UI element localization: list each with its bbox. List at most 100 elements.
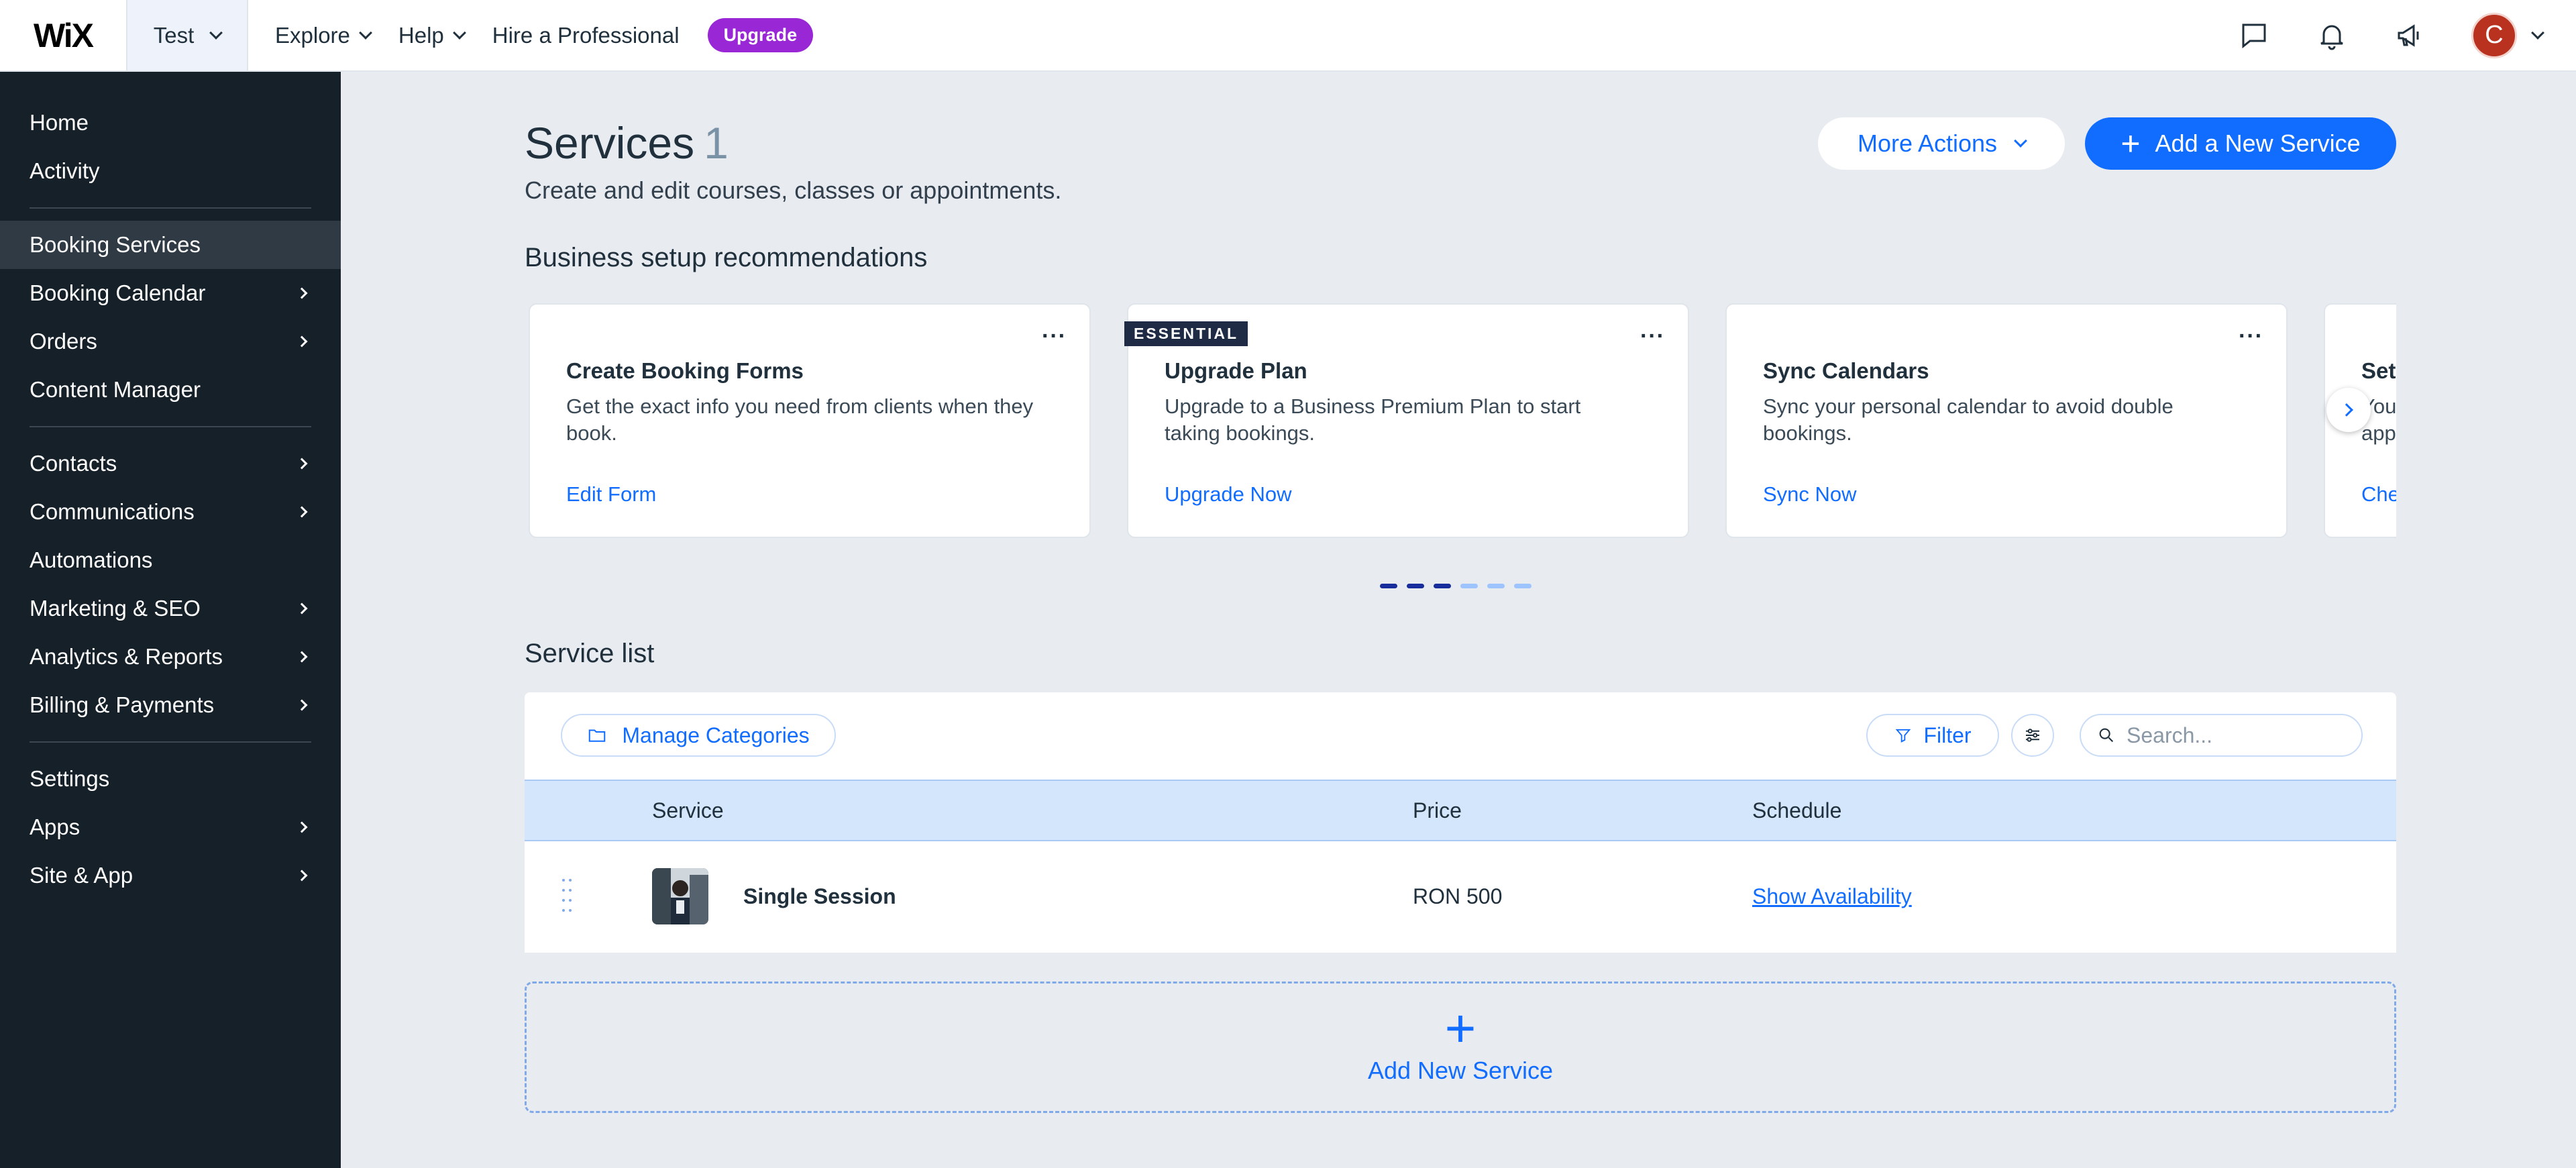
sidebar-item-marketing-seo[interactable]: Marketing & SEO	[0, 584, 341, 633]
chevron-right-icon	[296, 821, 308, 833]
sidebar-item-label: Booking Services	[30, 232, 201, 257]
sliders-icon	[2026, 729, 2039, 742]
add-new-service-tile[interactable]: + Add New Service	[525, 981, 2396, 1113]
nav-explore[interactable]: Explore	[275, 22, 372, 48]
show-availability-link[interactable]: Show Availability	[1752, 884, 1912, 909]
service-name[interactable]: Single Session	[743, 884, 896, 909]
carousel-dot[interactable]	[1514, 584, 1532, 588]
card-title: Upgrade Plan	[1165, 358, 1307, 383]
chevron-right-icon	[296, 869, 308, 882]
more-options-icon[interactable]: ···	[2239, 323, 2263, 350]
sidebar-item-label: Automations	[30, 547, 153, 572]
card-link-sync-now[interactable]: Sync Now	[1763, 482, 1857, 507]
sidebar-item-apps[interactable]: Apps	[0, 803, 341, 851]
chevron-down-icon	[2531, 25, 2544, 40]
nav-explore-label: Explore	[275, 22, 350, 48]
megaphone-icon[interactable]	[2394, 19, 2426, 52]
card-title: Create Booking Forms	[566, 358, 804, 383]
chevron-down-icon	[452, 25, 466, 40]
sidebar-group-growth: Contacts Communications Automations Marketi…	[0, 439, 341, 729]
card-description: Sync your personal calendar to avoid dou…	[1763, 394, 2174, 445]
manage-categories-button[interactable]: Manage Categories	[561, 714, 836, 757]
chevron-right-icon	[296, 335, 308, 348]
chevron-right-icon	[296, 651, 308, 663]
sidebar-item-content-manager[interactable]: Content Manager	[0, 366, 341, 414]
sidebar-item-billing-payments[interactable]: Billing & Payments	[0, 681, 341, 729]
upgrade-button[interactable]: Upgrade	[707, 18, 814, 52]
search-box	[2080, 714, 2363, 757]
recommendation-card: ··· Create Booking Forms Get the exact i…	[529, 303, 1091, 538]
search-input[interactable]	[2127, 723, 2341, 748]
more-options-icon[interactable]: ···	[1640, 323, 1665, 350]
table-row[interactable]: Single Session RON 500 Show Availability	[525, 841, 2396, 953]
avatar: C	[2471, 12, 2517, 58]
sidebar-item-label: Settings	[30, 766, 110, 791]
sidebar-item-activity[interactable]: Activity	[0, 147, 341, 195]
add-new-service-label: Add New Service	[1367, 1057, 1554, 1084]
drag-handle-icon[interactable]	[562, 879, 572, 915]
nav-help[interactable]: Help	[398, 22, 466, 48]
essential-badge: ESSENTIAL	[1124, 321, 1248, 346]
folder-icon	[589, 729, 606, 742]
top-bar: WiX Test Explore Help Hire a Professiona…	[0, 0, 2576, 72]
table-settings-button[interactable]	[2011, 714, 2054, 757]
sidebar-item-label: Billing & Payments	[30, 692, 215, 717]
sidebar-divider	[30, 741, 311, 743]
sidebar-group-main: Home Activity	[0, 99, 341, 195]
card-link-upgrade-now[interactable]: Upgrade Now	[1165, 482, 1292, 507]
recommendation-card: ESSENTIAL ··· Upgrade Plan Upgrade to a …	[1124, 303, 1689, 538]
recommendations-title: Business setup recommendations	[525, 243, 928, 272]
sidebar-item-label: Marketing & SEO	[30, 596, 201, 621]
top-nav: Explore Help Hire a Professional Upgrade	[275, 18, 814, 52]
carousel-dot[interactable]	[1380, 584, 1397, 588]
nav-help-label: Help	[398, 22, 444, 48]
carousel-dot[interactable]	[1487, 584, 1505, 588]
column-header-service[interactable]: Service	[652, 798, 724, 823]
search-icon	[2099, 728, 2114, 743]
bell-icon[interactable]	[2316, 19, 2348, 52]
carousel-next-button[interactable]	[2326, 388, 2371, 432]
sidebar-item-booking-services[interactable]: Booking Services	[0, 221, 341, 269]
chat-icon[interactable]	[2238, 19, 2270, 52]
page-title-text: Services	[525, 118, 695, 168]
sidebar-item-label: Apps	[30, 814, 80, 839]
carousel-dot[interactable]	[1407, 584, 1424, 588]
sidebar-item-label: Content Manager	[30, 377, 201, 402]
carousel-pager	[1380, 584, 1532, 588]
carousel-dot[interactable]	[1460, 584, 1478, 588]
service-count: 1	[704, 118, 729, 168]
plus-icon: +	[1444, 998, 1477, 1058]
card-link-partial[interactable]: Che	[2361, 482, 2396, 507]
column-header-price[interactable]: Price	[1413, 798, 1462, 823]
sidebar-item-home[interactable]: Home	[0, 99, 341, 147]
sidebar-item-contacts[interactable]: Contacts	[0, 439, 341, 488]
recommendation-card: ··· Sync Calendars Sync your personal ca…	[1725, 303, 2288, 538]
sidebar-item-analytics-reports[interactable]: Analytics & Reports	[0, 633, 341, 681]
add-new-service-button[interactable]: + Add a New Service	[2085, 117, 2396, 170]
column-header-schedule[interactable]: Schedule	[1752, 798, 1841, 823]
more-actions-button[interactable]: More Actions	[1818, 117, 2065, 170]
sidebar-item-settings[interactable]: Settings	[0, 755, 341, 803]
carousel-dot[interactable]	[1434, 584, 1451, 588]
sidebar-item-communications[interactable]: Communications	[0, 488, 341, 536]
sidebar-divider	[30, 207, 311, 209]
sidebar-item-booking-calendar[interactable]: Booking Calendar	[0, 269, 341, 317]
nav-hire-professional[interactable]: Hire a Professional	[492, 23, 680, 48]
sidebar-item-orders[interactable]: Orders	[0, 317, 341, 366]
more-options-icon[interactable]: ···	[1042, 323, 1067, 350]
chevron-right-icon	[2340, 403, 2353, 417]
service-list-title: Service list	[525, 639, 655, 668]
card-link-edit-form[interactable]: Edit Form	[566, 482, 656, 507]
account-menu[interactable]: C	[2471, 12, 2544, 58]
chevron-down-icon	[2014, 134, 2027, 148]
chevron-down-icon	[209, 25, 223, 40]
sidebar-item-site-app[interactable]: Site & App	[0, 851, 341, 900]
filter-button[interactable]: Filter	[1866, 714, 1999, 757]
sidebar-item-automations[interactable]: Automations	[0, 536, 341, 584]
filter-label: Filter	[1923, 723, 1972, 747]
page-title: Services 1	[525, 117, 729, 168]
chevron-right-icon	[296, 506, 308, 518]
sidebar-item-label: Orders	[30, 329, 97, 354]
site-switcher[interactable]: Test	[126, 0, 248, 70]
wix-logo[interactable]: WiX	[0, 0, 126, 70]
